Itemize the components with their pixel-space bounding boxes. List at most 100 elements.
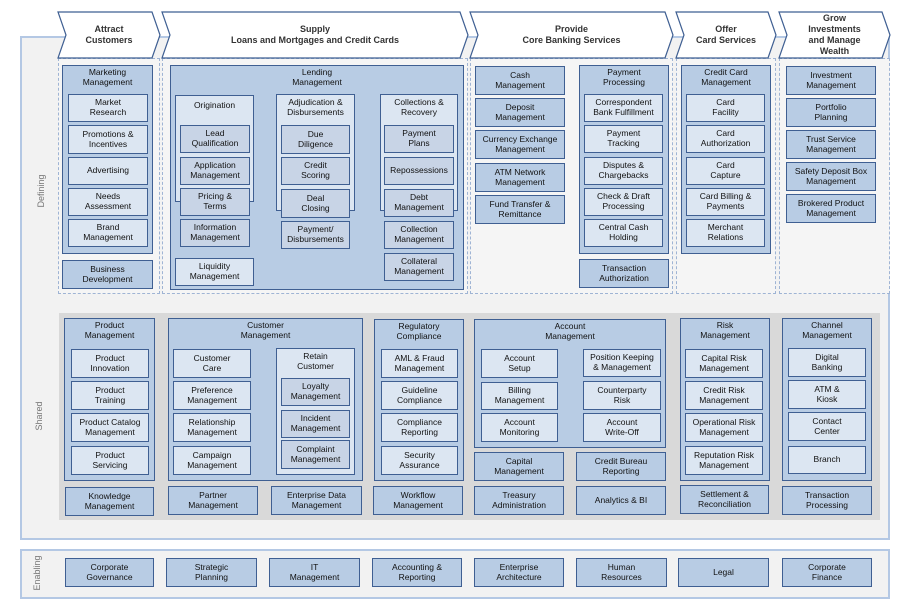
capability-box[interactable]: Currency Exchange Management bbox=[475, 130, 565, 159]
capability-box[interactable]: Product Servicing bbox=[71, 446, 149, 475]
capability-box[interactable]: Product Innovation bbox=[71, 349, 149, 378]
capability-box[interactable]: IT Management bbox=[269, 558, 360, 587]
capability-box[interactable]: Payment Plans bbox=[384, 125, 454, 153]
capability-box[interactable]: Advertising bbox=[68, 157, 148, 185]
capability-box[interactable]: Reputation Risk Management bbox=[685, 446, 763, 475]
customer-management-group-title: Customer Management bbox=[240, 320, 291, 340]
capability-box[interactable]: Product Catalog Management bbox=[71, 413, 149, 442]
capability-box[interactable]: Credit Risk Management bbox=[685, 381, 763, 410]
capability-box[interactable]: Collection Management bbox=[384, 221, 454, 249]
capability-box[interactable]: Debt Management bbox=[384, 189, 454, 217]
credit-card-management-group-title: Credit Card Management bbox=[701, 67, 751, 87]
capability-box[interactable]: Enterprise Architecture bbox=[474, 558, 564, 587]
capability-box[interactable]: Capital Risk Management bbox=[685, 349, 763, 378]
capability-box[interactable]: Legal bbox=[678, 558, 769, 587]
capability-box[interactable]: Card Billing & Payments bbox=[686, 188, 765, 216]
capability-box[interactable]: Credit Scoring bbox=[281, 157, 350, 185]
defining-label: Defining bbox=[36, 174, 46, 208]
capability-box[interactable]: Fund Transfer & Remittance bbox=[475, 195, 565, 224]
capability-box[interactable]: Repossessions bbox=[384, 157, 454, 185]
capability-box[interactable]: Enterprise Data Management bbox=[271, 486, 362, 515]
capability-box[interactable]: Merchant Relations bbox=[686, 219, 765, 247]
capability-box[interactable]: Analytics & BI bbox=[576, 486, 666, 515]
capability-box[interactable]: Central Cash Holding bbox=[584, 219, 663, 247]
capability-box[interactable]: ATM & Kiosk bbox=[788, 380, 866, 409]
capability-box[interactable]: AML & Fraud Management bbox=[381, 349, 458, 378]
capability-box[interactable]: Liquidity Management bbox=[175, 258, 254, 286]
capability-box[interactable]: Partner Management bbox=[168, 486, 258, 515]
capability-box[interactable]: Customer Care bbox=[173, 349, 251, 378]
capability-box[interactable]: Business Development bbox=[62, 260, 153, 289]
capability-box[interactable]: Corporate Governance bbox=[65, 558, 154, 587]
capability-box[interactable]: Compliance Reporting bbox=[381, 413, 458, 442]
capability-box[interactable]: Corporate Finance bbox=[782, 558, 872, 587]
capability-box[interactable]: Loyalty Management bbox=[281, 378, 350, 406]
capability-box[interactable]: Due Diligence bbox=[281, 125, 350, 154]
retain-customer-group-title: Retain Customer bbox=[297, 351, 334, 371]
capability-box[interactable]: Brokered Product Management bbox=[786, 194, 876, 223]
capability-box[interactable]: Preference Management bbox=[173, 381, 251, 410]
capability-box[interactable]: Capital Management bbox=[474, 452, 564, 481]
capability-box[interactable]: Collateral Management bbox=[384, 253, 454, 281]
capability-box[interactable]: Payment Tracking bbox=[584, 125, 663, 153]
capability-box[interactable]: Strategic Planning bbox=[166, 558, 257, 587]
capability-box[interactable]: Market Research bbox=[68, 94, 148, 122]
capability-box[interactable]: Treasury Administration bbox=[474, 486, 564, 515]
lending-management-group-title: Lending Management bbox=[292, 67, 342, 87]
capability-box[interactable]: Billing Management bbox=[481, 382, 558, 410]
regulatory-compliance-group-title: Regulatory Compliance bbox=[396, 321, 442, 341]
capability-box[interactable]: Transaction Processing bbox=[782, 486, 872, 515]
capability-box[interactable]: Card Authorization bbox=[686, 125, 765, 153]
capability-box[interactable]: Promotions & Incentives bbox=[68, 125, 148, 154]
capability-box[interactable]: Account Write-Off bbox=[583, 413, 661, 442]
capability-box[interactable]: ATM Network Management bbox=[475, 163, 565, 192]
capability-box[interactable]: Needs Assessment bbox=[68, 188, 148, 216]
capability-box[interactable]: Information Management bbox=[180, 219, 250, 247]
capability-box[interactable]: Correspondent Bank Fulfillment bbox=[584, 94, 663, 122]
capability-box[interactable]: Settlement & Reconciliation bbox=[680, 485, 769, 514]
capability-box[interactable]: Digital Banking bbox=[788, 348, 866, 377]
capability-box[interactable]: Credit Bureau Reporting bbox=[576, 452, 666, 481]
capability-box[interactable]: Accounting & Reporting bbox=[372, 558, 462, 587]
capability-box[interactable]: Payment/ Disbursements bbox=[281, 221, 350, 249]
capability-box[interactable]: Account Monitoring bbox=[481, 413, 558, 442]
marketing-management-group-title: Marketing Management bbox=[82, 67, 133, 87]
capability-box[interactable]: Relationship Management bbox=[173, 413, 251, 442]
product-management-group-title: Product Management bbox=[84, 320, 135, 340]
capability-box[interactable]: Counterparty Risk bbox=[583, 381, 661, 410]
capability-box[interactable]: Human Resources bbox=[576, 558, 667, 587]
capability-box[interactable]: Deposit Management bbox=[475, 98, 565, 127]
capability-box[interactable]: Portfolio Planning bbox=[786, 98, 876, 127]
capability-box[interactable]: Product Training bbox=[71, 381, 149, 410]
capability-box[interactable]: Operational Risk Management bbox=[685, 413, 763, 442]
capability-box[interactable]: Application Management bbox=[180, 157, 250, 185]
capability-box[interactable]: Brand Management bbox=[68, 219, 148, 247]
capability-box[interactable]: Cash Management bbox=[475, 66, 565, 95]
chevron-header: Attract Customers bbox=[85, 24, 133, 45]
capability-box[interactable]: Card Facility bbox=[686, 94, 765, 122]
capability-box[interactable]: Guideline Compliance bbox=[381, 381, 458, 410]
capability-box[interactable]: Workflow Management bbox=[373, 486, 463, 515]
capability-box[interactable]: Deal Closing bbox=[281, 189, 350, 218]
capability-box[interactable]: Complaint Management bbox=[281, 440, 350, 469]
capability-box[interactable]: Check & Draft Processing bbox=[584, 188, 663, 216]
capability-box[interactable]: Lead Qualification bbox=[180, 125, 250, 153]
capability-box[interactable]: Knowledge Management bbox=[65, 487, 154, 516]
capability-box[interactable]: Security Assurance bbox=[381, 446, 458, 475]
capability-box[interactable]: Transaction Authorization bbox=[579, 259, 669, 288]
capability-box[interactable]: Trust Service Management bbox=[786, 130, 876, 159]
capability-box[interactable]: Contact Center bbox=[788, 412, 866, 441]
capability-box[interactable]: Pricing & Terms bbox=[180, 188, 250, 216]
capability-box[interactable]: Card Capture bbox=[686, 157, 765, 185]
capability-box[interactable]: Branch bbox=[788, 446, 866, 474]
adjudication-group-title: Adjudication & Disbursements bbox=[287, 97, 344, 117]
capability-box[interactable]: Investment Management bbox=[786, 66, 876, 95]
capability-box[interactable]: Account Setup bbox=[481, 349, 558, 378]
capability-box[interactable]: Safety Deposit Box Management bbox=[786, 162, 876, 191]
capability-box[interactable]: Incident Management bbox=[281, 410, 350, 438]
capability-box[interactable]: Disputes & Chargebacks bbox=[584, 157, 663, 185]
banking-capability-map: Defining Shared Enabling Attract Customers S… bbox=[0, 0, 900, 607]
capability-box[interactable]: Position Keeping & Management bbox=[583, 349, 661, 377]
risk-management-group-title: Risk Management bbox=[700, 320, 750, 340]
capability-box[interactable]: Campaign Management bbox=[173, 446, 251, 475]
